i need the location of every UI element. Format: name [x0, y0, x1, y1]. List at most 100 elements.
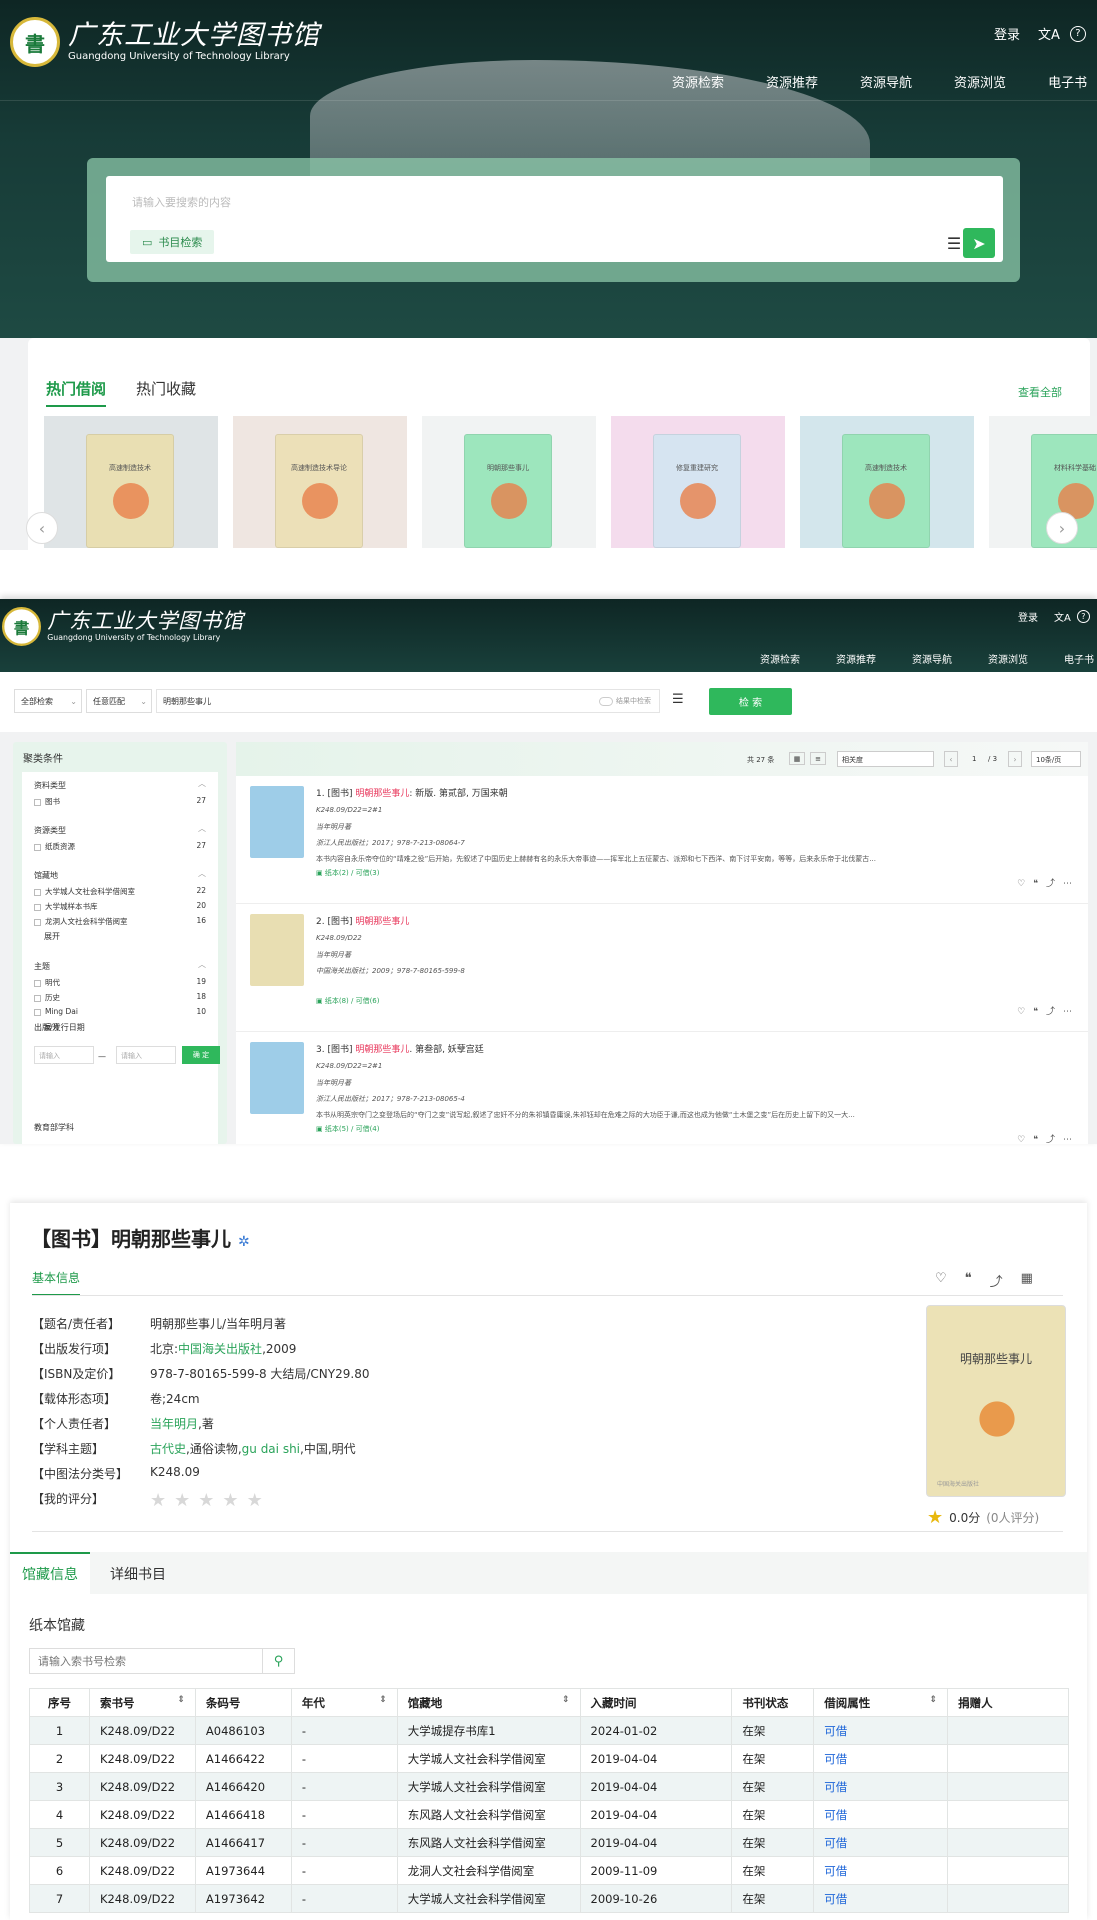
- column-header[interactable]: 借阅属性 ⇕: [813, 1688, 949, 1717]
- favorite-icon[interactable]: ♡: [1017, 879, 1033, 889]
- chevron-up-icon[interactable]: ︿: [198, 823, 206, 834]
- match-select[interactable]: 任意匹配 ⌄: [86, 689, 152, 713]
- tab-basic-info[interactable]: 基本信息: [32, 1269, 81, 1296]
- star-icon[interactable]: ★: [222, 1490, 238, 1511]
- facet-option[interactable]: 龙洞人文社会科学借阅室 16: [34, 916, 206, 927]
- column-header[interactable]: 索书号 ⇕: [88, 1688, 196, 1717]
- checkbox[interactable]: [34, 843, 41, 851]
- rating-stars[interactable]: ★ ★ ★ ★ ★: [150, 1490, 263, 1511]
- hot-book-card[interactable]: 材料科学基础: [989, 416, 1097, 548]
- list-view-icon[interactable]: ≡: [810, 752, 826, 765]
- checkbox[interactable]: [34, 918, 41, 926]
- cite-icon[interactable]: ❝: [965, 1271, 972, 1290]
- table-cell[interactable]: 可借: [813, 1856, 949, 1885]
- more-icon[interactable]: ⋯: [1063, 1007, 1080, 1017]
- more-icon[interactable]: ⋯: [1063, 879, 1080, 889]
- facet-option[interactable]: 图书 27: [34, 796, 206, 807]
- hot-book-card[interactable]: 明朝那些事儿: [422, 416, 596, 548]
- result-holdings[interactable]: ▣ 纸本(5) / 可借(4): [316, 1124, 379, 1134]
- expand-link[interactable]: 展开: [44, 1022, 60, 1033]
- table-cell[interactable]: 可借: [813, 1716, 949, 1745]
- table-cell[interactable]: 可借: [813, 1772, 949, 1801]
- facet-option[interactable]: 大学城样本书库 20: [34, 901, 206, 912]
- nav-item[interactable]: 电子书: [1064, 651, 1094, 666]
- facet-group-title[interactable]: 馆藏地: [34, 870, 58, 881]
- sort-icon[interactable]: ⇕: [562, 1695, 570, 1705]
- grid-view-icon[interactable]: ▦: [789, 752, 805, 765]
- result-cover[interactable]: [250, 786, 304, 858]
- help-icon[interactable]: ?: [1069, 25, 1086, 42]
- facet-option[interactable]: 历史 18: [34, 992, 206, 1003]
- result-cover[interactable]: [250, 1042, 304, 1114]
- tab-detailed-record[interactable]: 详细书目: [110, 1564, 166, 1584]
- sort-icon[interactable]: ⇕: [930, 1695, 938, 1705]
- hot-book-card[interactable]: 高速制造技术: [800, 416, 974, 548]
- expand-link[interactable]: 展开: [44, 931, 60, 942]
- chevron-up-icon[interactable]: ︿: [198, 778, 206, 789]
- next-page-button[interactable]: ›: [1008, 751, 1022, 767]
- chevron-up-icon[interactable]: ︿: [198, 868, 206, 879]
- facet-option[interactable]: 纸质资源 27: [34, 841, 206, 852]
- login-link[interactable]: 登录: [1018, 609, 1038, 624]
- sort-icon[interactable]: ⇕: [177, 1695, 185, 1705]
- hot-book-card[interactable]: 修复重建研究: [611, 416, 785, 548]
- nav-item[interactable]: 资源导航: [912, 651, 952, 666]
- checkbox[interactable]: [34, 903, 41, 911]
- table-cell[interactable]: 可借: [813, 1884, 949, 1913]
- language-icon[interactable]: 文A: [1054, 609, 1071, 624]
- checkbox[interactable]: [34, 798, 41, 806]
- toggle-switch[interactable]: [599, 696, 613, 706]
- share-icon[interactable]: ⤴: [1046, 879, 1063, 889]
- call-number-search-button[interactable]: ⚲: [262, 1649, 294, 1673]
- value-link[interactable]: 古代史: [150, 1442, 186, 1456]
- search-submit-button[interactable]: ➤: [963, 228, 995, 258]
- tab-holdings[interactable]: 馆藏信息: [10, 1552, 90, 1594]
- date-from-input[interactable]: 请输入: [34, 1046, 94, 1064]
- date-confirm-button[interactable]: 确 定: [182, 1046, 220, 1064]
- cite-icon[interactable]: ❝: [1033, 879, 1046, 889]
- result-title[interactable]: 2. [图书] 明朝那些事儿: [316, 914, 409, 927]
- column-header[interactable]: 年代 ⇕: [290, 1688, 398, 1717]
- facet-option[interactable]: Ming Dai 10: [34, 1007, 206, 1016]
- result-item[interactable]: 2. [图书] 明朝那些事儿 K248.09/D22 当年明月著 中国海关出版社；20…: [236, 904, 1088, 1032]
- value-link[interactable]: gu dai shi: [242, 1442, 300, 1456]
- login-link[interactable]: 登录: [994, 24, 1020, 43]
- table-cell[interactable]: 可借: [813, 1744, 949, 1773]
- scope-select[interactable]: 全部检索 ⌄: [14, 689, 82, 713]
- hot-book-card[interactable]: 高速制造技术导论: [233, 416, 407, 548]
- more-icon[interactable]: ⋯: [1063, 1135, 1080, 1144]
- cite-icon[interactable]: ❝: [1033, 1135, 1046, 1144]
- cite-icon[interactable]: ❝: [1033, 1007, 1046, 1017]
- result-holdings[interactable]: ▣ 纸本(8) / 可借(6): [316, 996, 379, 1006]
- date-to-input[interactable]: 请输入: [116, 1046, 176, 1064]
- star-icon[interactable]: ★: [198, 1490, 214, 1511]
- nav-item[interactable]: 资源检索: [760, 651, 800, 666]
- result-title[interactable]: 3. [图书] 明朝那些事儿. 第叁部, 妖孽宫廷: [316, 1042, 484, 1055]
- nav-item[interactable]: 资源推荐: [836, 651, 876, 666]
- nav-item[interactable]: 电子书: [1048, 72, 1087, 91]
- call-number-input[interactable]: [30, 1649, 262, 1673]
- result-holdings[interactable]: ▣ 纸本(2) / 可借(3): [316, 868, 379, 878]
- share-icon[interactable]: ⤴: [1046, 1007, 1063, 1017]
- catalog-search-chip[interactable]: ▭ 书目检索: [130, 230, 215, 254]
- share-icon[interactable]: ⤴: [1046, 1135, 1063, 1144]
- result-item[interactable]: 3. [图书] 明朝那些事儿. 第叁部, 妖孽宫廷 K248.09/D22=2#1…: [236, 1032, 1088, 1144]
- search-within-toggle[interactable]: 结果中检索: [599, 696, 651, 706]
- qrcode-icon[interactable]: ▦: [1021, 1271, 1033, 1290]
- current-page[interactable]: 1: [972, 755, 976, 763]
- favorite-icon[interactable]: ♡: [1017, 1007, 1033, 1017]
- value-link[interactable]: 当年明月: [150, 1417, 198, 1431]
- prev-page-button[interactable]: ‹: [944, 751, 958, 767]
- table-cell[interactable]: 可借: [813, 1828, 949, 1857]
- star-icon[interactable]: ★: [247, 1490, 263, 1511]
- facet-group-title[interactable]: 资源类型: [34, 825, 66, 836]
- library-logo[interactable]: 書 广东工业大学图书馆 Guangdong University of Tech…: [10, 17, 320, 67]
- facet-group-title[interactable]: 资料类型: [34, 780, 66, 791]
- favorite-icon[interactable]: ♡: [935, 1271, 947, 1290]
- language-icon[interactable]: 文A: [1038, 24, 1060, 43]
- star-icon[interactable]: ★: [150, 1490, 166, 1511]
- help-icon[interactable]: ?: [1076, 610, 1090, 623]
- checkbox[interactable]: [34, 979, 41, 987]
- nav-item[interactable]: 资源导航: [860, 72, 912, 91]
- view-all-link[interactable]: 查看全部: [1018, 384, 1062, 400]
